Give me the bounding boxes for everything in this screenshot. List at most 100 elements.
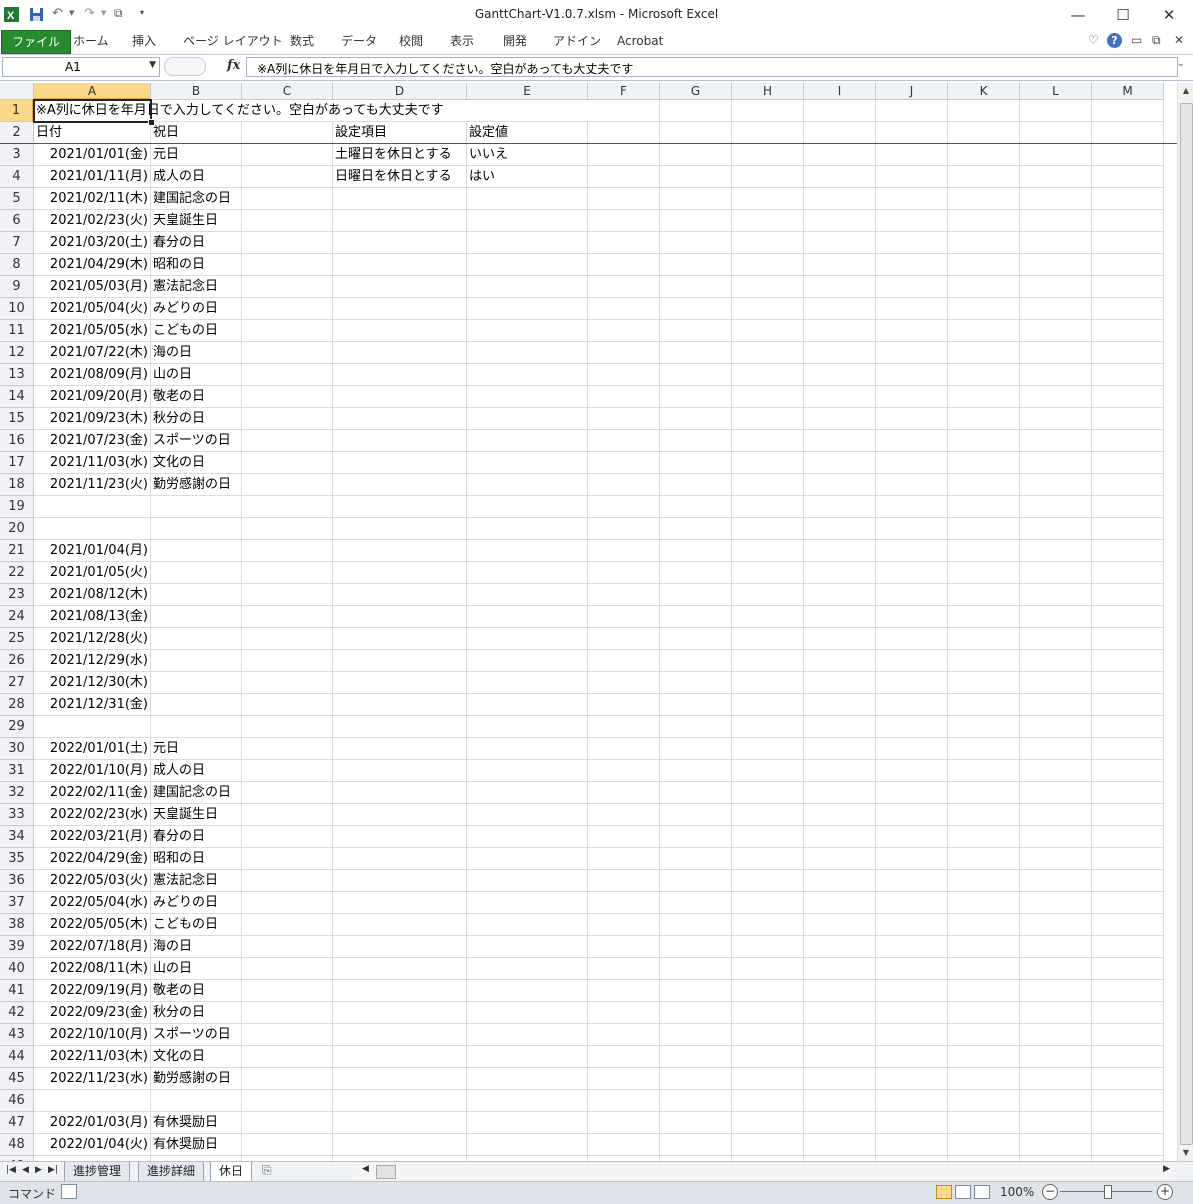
cell-e32[interactable] bbox=[467, 782, 588, 804]
column-header-b[interactable]: B bbox=[151, 83, 242, 100]
cell-a14[interactable]: 2021/09/20(月) bbox=[34, 386, 151, 408]
row-header[interactable]: 44 bbox=[0, 1046, 34, 1068]
worksheet-grid[interactable]: A B C D E F G H I J K L M 1 ※A列に休日を年月日で入力してください。空白があって… bbox=[0, 83, 1177, 1161]
cell-h1[interactable] bbox=[732, 100, 804, 122]
cell-d2[interactable]: 設定項目 bbox=[333, 122, 467, 144]
cell-k45[interactable] bbox=[948, 1068, 1020, 1090]
cell-f9[interactable] bbox=[588, 276, 660, 298]
cell-f41[interactable] bbox=[588, 980, 660, 1002]
cell-g25[interactable] bbox=[660, 628, 732, 650]
cell-i29[interactable] bbox=[804, 716, 876, 738]
cell-f25[interactable] bbox=[588, 628, 660, 650]
cell-b21[interactable] bbox=[151, 540, 242, 562]
cell-j6[interactable] bbox=[876, 210, 948, 232]
cell-c48[interactable] bbox=[242, 1134, 333, 1156]
cell-g48[interactable] bbox=[660, 1134, 732, 1156]
cell-j9[interactable] bbox=[876, 276, 948, 298]
cell-h13[interactable] bbox=[732, 364, 804, 386]
cell-k1[interactable] bbox=[948, 100, 1020, 122]
cell-k4[interactable] bbox=[948, 166, 1020, 188]
cell-h42[interactable] bbox=[732, 1002, 804, 1024]
column-header-a[interactable]: A bbox=[34, 83, 151, 100]
cell-c17[interactable] bbox=[242, 452, 333, 474]
cell-a40[interactable]: 2022/08/11(木) bbox=[34, 958, 151, 980]
cell-i19[interactable] bbox=[804, 496, 876, 518]
cell-g24[interactable] bbox=[660, 606, 732, 628]
cell-k9[interactable] bbox=[948, 276, 1020, 298]
cell-f13[interactable] bbox=[588, 364, 660, 386]
cell-k25[interactable] bbox=[948, 628, 1020, 650]
cell-a3[interactable]: 2021/01/01(金) bbox=[34, 144, 151, 166]
cell-k43[interactable] bbox=[948, 1024, 1020, 1046]
cell-h47[interactable] bbox=[732, 1112, 804, 1134]
cell-b45[interactable]: 勤労感謝の日 bbox=[151, 1068, 242, 1090]
cell-g22[interactable] bbox=[660, 562, 732, 584]
cell-f47[interactable] bbox=[588, 1112, 660, 1134]
cell-d37[interactable] bbox=[333, 892, 467, 914]
cell-d27[interactable] bbox=[333, 672, 467, 694]
cell-h3[interactable] bbox=[732, 144, 804, 166]
cell-b18[interactable]: 勤労感謝の日 bbox=[151, 474, 242, 496]
cell-c35[interactable] bbox=[242, 848, 333, 870]
cell-i36[interactable] bbox=[804, 870, 876, 892]
cell-b5[interactable]: 建国記念の日 bbox=[151, 188, 242, 210]
cell-h25[interactable] bbox=[732, 628, 804, 650]
cell-e4[interactable]: はい bbox=[467, 166, 588, 188]
row-header[interactable]: 42 bbox=[0, 1002, 34, 1024]
cell-d13[interactable] bbox=[333, 364, 467, 386]
cell-i28[interactable] bbox=[804, 694, 876, 716]
row-header[interactable]: 4 bbox=[0, 166, 34, 188]
cell-k46[interactable] bbox=[948, 1090, 1020, 1112]
cell-i44[interactable] bbox=[804, 1046, 876, 1068]
row-header[interactable]: 39 bbox=[0, 936, 34, 958]
cell-b29[interactable] bbox=[151, 716, 242, 738]
cell-d43[interactable] bbox=[333, 1024, 467, 1046]
cell-i5[interactable] bbox=[804, 188, 876, 210]
cell-m33[interactable] bbox=[1092, 804, 1164, 826]
cell-i30[interactable] bbox=[804, 738, 876, 760]
cell-b22[interactable] bbox=[151, 562, 242, 584]
tab-formulas[interactable]: 数式 bbox=[280, 30, 324, 53]
cell-i22[interactable] bbox=[804, 562, 876, 584]
cell-a25[interactable]: 2021/12/28(火) bbox=[34, 628, 151, 650]
cell-h24[interactable] bbox=[732, 606, 804, 628]
cell-e38[interactable] bbox=[467, 914, 588, 936]
cell-i10[interactable] bbox=[804, 298, 876, 320]
select-all-corner[interactable] bbox=[0, 83, 34, 100]
tab-review[interactable]: 校閲 bbox=[389, 30, 433, 53]
cell-g37[interactable] bbox=[660, 892, 732, 914]
cell-e7[interactable] bbox=[467, 232, 588, 254]
cell-m39[interactable] bbox=[1092, 936, 1164, 958]
cell-m32[interactable] bbox=[1092, 782, 1164, 804]
cell-e14[interactable] bbox=[467, 386, 588, 408]
row-header[interactable]: 16 bbox=[0, 430, 34, 452]
row-header[interactable]: 25 bbox=[0, 628, 34, 650]
column-header-l[interactable]: L bbox=[1020, 83, 1092, 100]
cell-g45[interactable] bbox=[660, 1068, 732, 1090]
column-header-d[interactable]: D bbox=[333, 83, 467, 100]
cell-h41[interactable] bbox=[732, 980, 804, 1002]
cell-m2[interactable] bbox=[1092, 122, 1164, 144]
cell-j41[interactable] bbox=[876, 980, 948, 1002]
cell-e28[interactable] bbox=[467, 694, 588, 716]
cell-k47[interactable] bbox=[948, 1112, 1020, 1134]
cell-h35[interactable] bbox=[732, 848, 804, 870]
cell-m3[interactable] bbox=[1092, 144, 1164, 166]
cell-h23[interactable] bbox=[732, 584, 804, 606]
cell-a2[interactable]: 日付 bbox=[34, 122, 151, 144]
cell-l17[interactable] bbox=[1020, 452, 1092, 474]
cell-c18[interactable] bbox=[242, 474, 333, 496]
cell-k31[interactable] bbox=[948, 760, 1020, 782]
cell-c22[interactable] bbox=[242, 562, 333, 584]
cell-f19[interactable] bbox=[588, 496, 660, 518]
cell-l32[interactable] bbox=[1020, 782, 1092, 804]
cell-f36[interactable] bbox=[588, 870, 660, 892]
cell-j48[interactable] bbox=[876, 1134, 948, 1156]
cell-l24[interactable] bbox=[1020, 606, 1092, 628]
cell-l18[interactable] bbox=[1020, 474, 1092, 496]
cell-j35[interactable] bbox=[876, 848, 948, 870]
cell-b27[interactable] bbox=[151, 672, 242, 694]
cell-m26[interactable] bbox=[1092, 650, 1164, 672]
cell-g27[interactable] bbox=[660, 672, 732, 694]
cell-m17[interactable] bbox=[1092, 452, 1164, 474]
